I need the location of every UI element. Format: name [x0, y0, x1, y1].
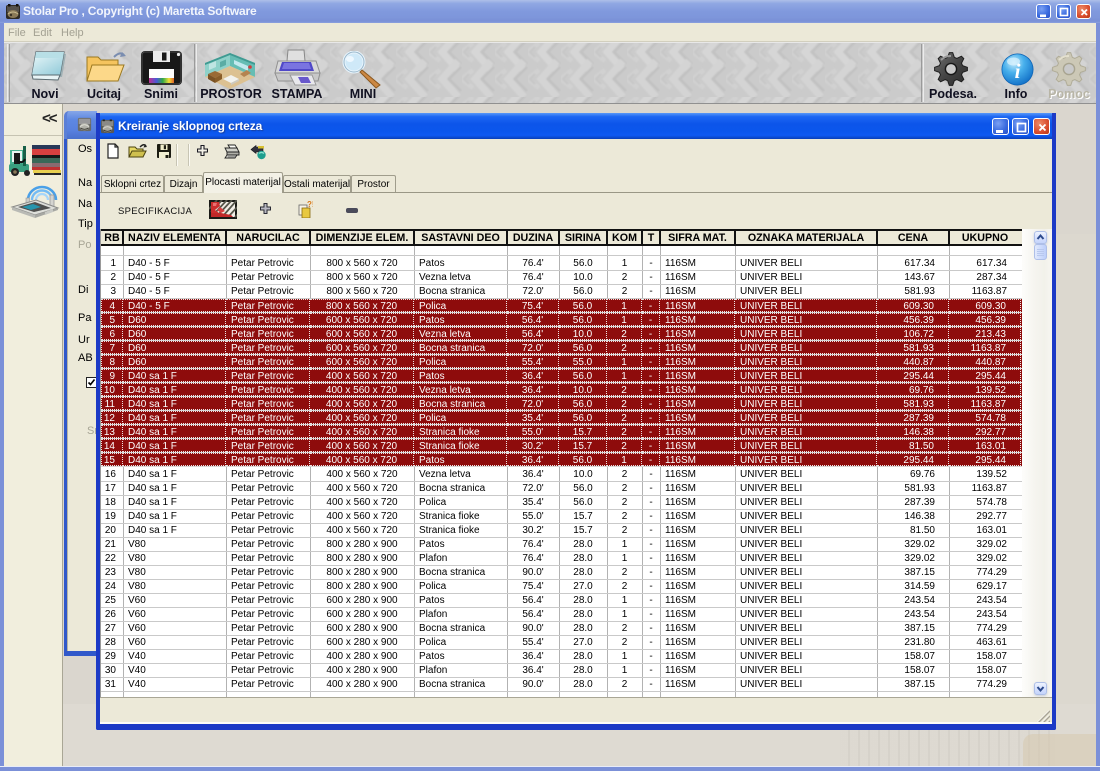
svg-text:i: i: [1015, 59, 1021, 83]
